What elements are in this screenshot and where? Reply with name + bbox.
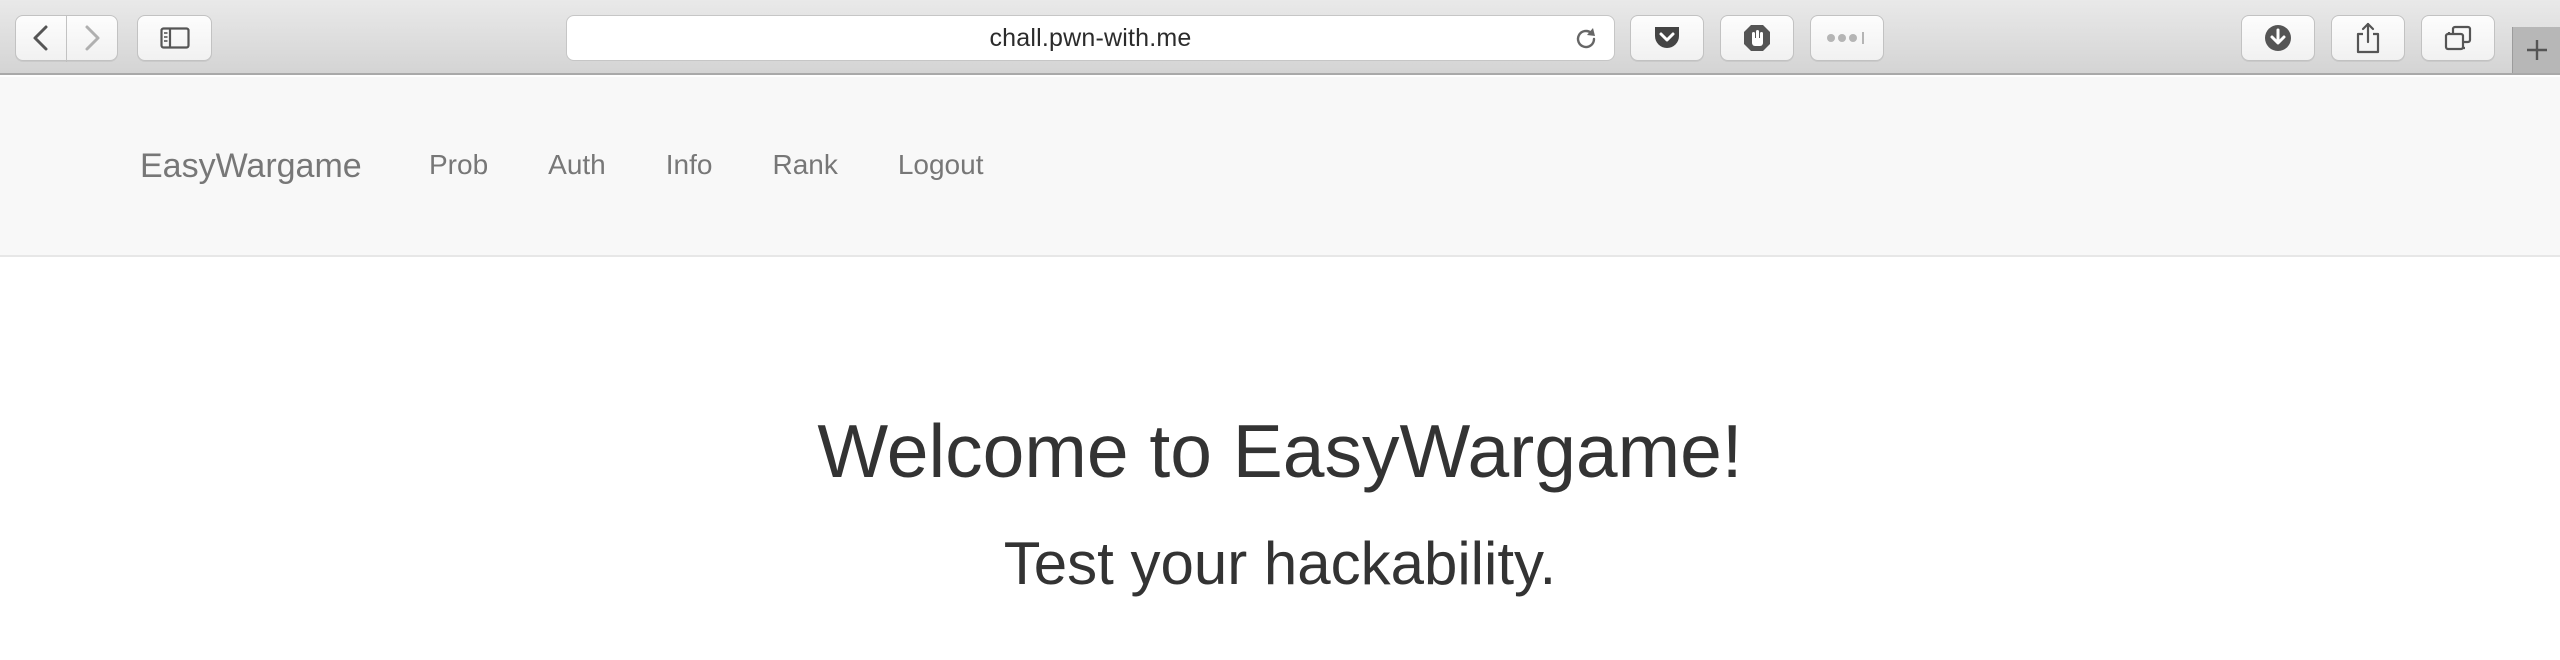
nav-link-logout[interactable]: Logout bbox=[898, 149, 984, 181]
back-button[interactable] bbox=[15, 15, 67, 61]
nav-link-rank[interactable]: Rank bbox=[772, 149, 837, 181]
downloads-button[interactable] bbox=[2241, 15, 2315, 61]
new-tab-button[interactable] bbox=[2512, 27, 2560, 73]
more-dots-icon bbox=[1827, 32, 1864, 44]
share-icon bbox=[2356, 22, 2380, 54]
nav-link-info[interactable]: Info bbox=[666, 149, 713, 181]
address-bar[interactable]: chall.pwn-with.me bbox=[566, 15, 1615, 61]
browser-toolbar: chall.pwn-with.me bbox=[0, 0, 2560, 75]
nav-links: Prob Auth Info Rank Logout bbox=[429, 149, 1043, 181]
page-headline: Welcome to EasyWargame! bbox=[817, 409, 1743, 493]
extensions-more-button[interactable] bbox=[1810, 15, 1884, 61]
page-tagline: Test your hackability. bbox=[1003, 530, 1557, 597]
nav-link-prob[interactable]: Prob bbox=[429, 149, 488, 181]
plus-icon bbox=[2526, 40, 2547, 60]
site-navbar: EasyWargame Prob Auth Info Rank Logout bbox=[0, 77, 2560, 257]
brand-link[interactable]: EasyWargame bbox=[140, 147, 362, 186]
sidebar-toggle-button[interactable] bbox=[137, 15, 212, 61]
chevron-left-icon bbox=[33, 25, 48, 51]
pocket-button[interactable] bbox=[1630, 15, 1704, 61]
pocket-icon bbox=[1655, 27, 1679, 48]
main-content: Welcome to EasyWargame! Test your hackab… bbox=[0, 259, 2560, 660]
tabs-overview-icon bbox=[2444, 25, 2472, 51]
ublock-button[interactable] bbox=[1720, 15, 1794, 61]
ublock-hand-icon bbox=[1744, 25, 1770, 51]
url-text: chall.pwn-with.me bbox=[989, 23, 1192, 52]
tab-overview-button[interactable] bbox=[2421, 15, 2495, 61]
forward-button[interactable] bbox=[66, 15, 118, 61]
chevron-right-icon bbox=[85, 25, 100, 51]
nav-link-auth[interactable]: Auth bbox=[548, 149, 606, 181]
share-button[interactable] bbox=[2331, 15, 2405, 61]
download-icon bbox=[2265, 25, 2291, 51]
reload-button[interactable] bbox=[1572, 25, 1600, 53]
reload-icon bbox=[1576, 28, 1596, 49]
sidebar-icon bbox=[159, 27, 190, 49]
